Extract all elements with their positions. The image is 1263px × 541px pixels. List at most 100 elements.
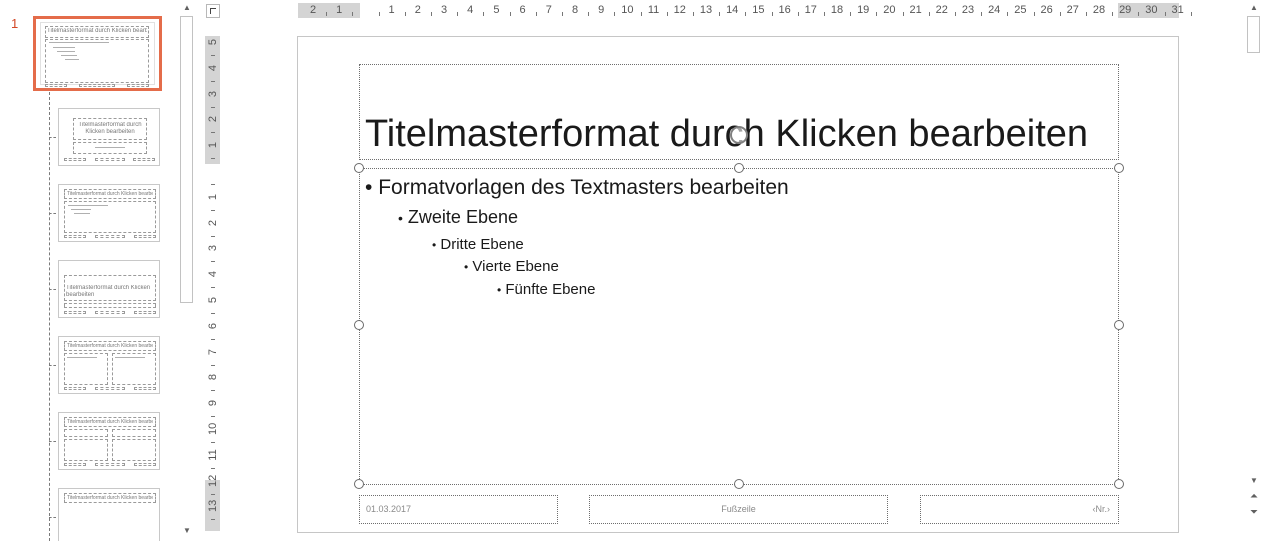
layout-thumbnail-content[interactable]: Titelmasterformat durch Klicken bearbeit…: [58, 184, 160, 242]
ruler-label: 13: [207, 500, 219, 513]
ruler-label: 24: [988, 4, 1001, 16]
powerpoint-slide-master-view: 1 Titelmasterformat durch Klicken bearbe…: [0, 0, 1263, 541]
ruler-label: 3: [207, 90, 219, 97]
tab-selector-icon[interactable]: [206, 4, 220, 18]
bullet-icon: •: [432, 238, 437, 252]
resize-handle-ne[interactable]: [1114, 163, 1124, 173]
layout-thumbnail-two-content[interactable]: Titelmasterformat durch Klicken bearbeit…: [58, 336, 160, 394]
layout-tree-tick: [49, 441, 56, 442]
resize-handle-sw[interactable]: [354, 479, 364, 489]
thumbnail-scroll-thumb[interactable]: [180, 16, 193, 303]
ruler-label: 14: [726, 4, 739, 16]
ruler-tick: [876, 12, 878, 16]
ruler-label: 6: [207, 322, 219, 329]
ruler-tick: [719, 12, 721, 16]
level-4-item[interactable]: • Vierte Ebene: [464, 258, 559, 275]
ruler-label: 21: [909, 4, 922, 16]
thumb-footer-box: [64, 235, 86, 238]
thumb-footer-box: [64, 311, 86, 314]
ruler-tick: [211, 106, 215, 108]
ruler-label: 29: [1119, 4, 1132, 16]
level-3-item[interactable]: • Dritte Ebene: [432, 236, 524, 253]
scroll-down-icon[interactable]: ▼: [1247, 474, 1261, 488]
thumb-line: [71, 209, 91, 210]
slide-canvas[interactable]: Titelmasterformat durch Klicken bearbeit…: [297, 36, 1179, 533]
level-1-item[interactable]: • Formatvorlagen des Textmasters bearbei…: [365, 176, 789, 200]
title-placeholder[interactable]: Titelmasterformat durch Klicken bearbeit…: [359, 64, 1119, 160]
master-slide-number: 1: [11, 16, 19, 31]
content-placeholder[interactable]: • Formatvorlagen des Textmasters bearbei…: [359, 168, 1119, 485]
ruler-tick: [211, 209, 215, 211]
layout-tree-tick: [49, 365, 56, 366]
scroll-up-icon[interactable]: ▲: [1247, 1, 1261, 15]
slide-scrollbar[interactable]: ▲ ▼ ⏶ ⏷: [1245, 0, 1263, 541]
ruler-tick: [692, 12, 694, 16]
master-slide-thumbnail[interactable]: Titelmasterformat durch Klicken bearbeit…: [33, 16, 162, 91]
resize-handle-s[interactable]: [734, 479, 744, 489]
level-2-item[interactable]: • Zweite Ebene: [398, 207, 518, 228]
resize-handle-w[interactable]: [354, 320, 364, 330]
thumb-footer-box: [95, 235, 125, 238]
thumb-line: [115, 357, 145, 358]
ruler-label: 1: [388, 4, 395, 16]
ruler-tick: [1190, 12, 1192, 16]
layout-tree-tick: [49, 289, 56, 290]
resize-handle-se[interactable]: [1114, 479, 1124, 489]
ruler-tick: [211, 416, 215, 418]
rotate-handle-icon[interactable]: [730, 126, 748, 144]
layout-tree-tick: [49, 517, 56, 518]
horizontal-ruler[interactable]: 2 1 1 2 3 4 5 6 7 8 9 10 11 12 13 14 15 16 17 18 19 20 21 22 23 2…: [298, 3, 1192, 20]
next-slide-icon[interactable]: ⏷: [1247, 506, 1261, 520]
resize-handle-n[interactable]: [734, 163, 744, 173]
layout-tree-line: [49, 92, 50, 541]
ruler-tick: [211, 338, 215, 340]
ruler-tick: [928, 12, 930, 16]
ruler-label: 30: [1145, 4, 1158, 16]
resize-handle-e[interactable]: [1114, 320, 1124, 330]
layout-thumbnail-comparison[interactable]: Titelmasterformat durch Klicken bearbeit…: [58, 412, 160, 470]
thumb-layout-title: Titelmasterformat durch Klicken bearbeit…: [67, 343, 153, 349]
layout-thumbnail-title-only[interactable]: Titelmasterformat durch Klicken bearbeit…: [58, 488, 160, 541]
thumb-content-box: [64, 439, 108, 461]
ruler-label: 2: [207, 219, 219, 226]
thumbnail-scrollbar[interactable]: ▲ ▼: [179, 0, 195, 541]
ruler-label: 27: [1066, 4, 1079, 16]
thumb-content-box: [64, 303, 156, 308]
slide-number-placeholder[interactable]: ‹Nr.›: [920, 495, 1119, 524]
slide-scroll-thumb[interactable]: [1247, 16, 1260, 53]
ruler-tick: [211, 80, 215, 82]
thumb-master-title: Titelmasterformat durch Klicken bearbeit…: [47, 28, 147, 34]
scroll-up-icon[interactable]: ▲: [180, 1, 194, 15]
layout-thumbnail-title[interactable]: Titelmasterformat durch Klicken bearbeit…: [58, 108, 160, 166]
ruler-tick: [535, 12, 537, 16]
thumb-footer-box: [45, 84, 67, 87]
ruler-label: 12: [207, 474, 219, 487]
ruler-tick: [211, 54, 215, 56]
footer-placeholder[interactable]: Fußzeile: [589, 495, 888, 524]
ruler-label: 20: [883, 4, 896, 16]
ruler-label: 17: [804, 4, 817, 16]
date-placeholder[interactable]: 01.03.2017: [359, 495, 558, 524]
ruler-label: 9: [598, 4, 605, 16]
ruler-label: 3: [440, 4, 448, 16]
resize-handle-nw[interactable]: [354, 163, 364, 173]
ruler-margin-shade: [298, 3, 360, 18]
ruler-tick: [666, 12, 668, 16]
thumb-layout-title: Titelmasterformat durch Klicken bearbeit…: [66, 285, 151, 298]
ruler-tick: [1085, 12, 1087, 16]
ruler-label: 22: [935, 4, 948, 16]
title-placeholder-text[interactable]: Titelmasterformat durch Klicken bearbeit…: [365, 113, 1088, 156]
level-2-text: Zweite Ebene: [407, 207, 518, 227]
ruler-tick: [211, 132, 215, 134]
scroll-down-icon[interactable]: ▼: [180, 524, 194, 538]
thumb-footer-box: [134, 235, 156, 238]
ruler-tick: [1164, 12, 1166, 16]
ruler-tick: [211, 441, 215, 443]
vertical-ruler[interactable]: 5 4 3 2 1 1 2 3 4 5 6 7 8 9 10 11 12 13: [205, 36, 221, 531]
level-5-item[interactable]: • Fünfte Ebene: [497, 281, 595, 298]
thumb-line: [74, 213, 90, 214]
previous-slide-icon[interactable]: ⏶: [1247, 490, 1261, 504]
layout-thumbnail-section[interactable]: Titelmasterformat durch Klicken bearbeit…: [58, 260, 160, 318]
ruler-tick: [211, 287, 215, 289]
ruler-label: 2: [207, 116, 219, 123]
